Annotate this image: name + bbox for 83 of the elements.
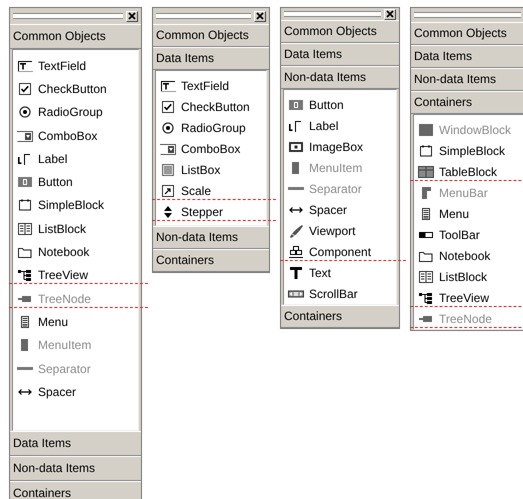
palette-item[interactable]: TreeView: [418, 290, 490, 304]
palette-item[interactable]: Viewport: [288, 224, 356, 238]
text-field-icon: [17, 58, 33, 73]
palette-item[interactable]: Button: [17, 175, 73, 190]
section-header[interactable]: Common Objects: [281, 20, 399, 43]
section-header[interactable]: Non-data Items: [153, 226, 269, 249]
palette-item[interactable]: Notebook: [418, 248, 490, 262]
tree-icon: [418, 290, 434, 304]
text-field-icon: [160, 78, 176, 92]
section-header[interactable]: Data Items: [281, 43, 399, 66]
palette-item[interactable]: Text: [288, 266, 332, 280]
button-icon: [288, 98, 304, 112]
folder-icon: [17, 245, 33, 260]
scale-icon: [160, 184, 176, 198]
palette-item[interactable]: ToolBar: [418, 228, 480, 242]
palette-item[interactable]: Notebook: [17, 245, 90, 260]
list-icon: [418, 270, 434, 284]
palette-item[interactable]: CheckButton: [160, 100, 250, 114]
section-header[interactable]: Common Objects: [411, 22, 523, 45]
grip-handle[interactable]: [156, 13, 251, 19]
close-button[interactable]: [384, 8, 396, 20]
frame-icon: [17, 198, 33, 212]
section-header[interactable]: Containers: [281, 305, 399, 328]
palette-item[interactable]: Spacer: [288, 202, 348, 216]
palette-item[interactable]: TableBlock: [418, 164, 498, 178]
section-header[interactable]: Common Objects: [153, 24, 269, 47]
frame-icon: [418, 144, 434, 158]
palette-item[interactable]: TreeView: [17, 268, 88, 282]
palette-item[interactable]: Component: [288, 244, 372, 258]
grip-handle[interactable]: [284, 11, 381, 17]
blocks-icon: [288, 244, 304, 258]
palette-item[interactable]: TextField: [160, 78, 230, 92]
palette-item[interactable]: Button: [288, 98, 344, 112]
close-icon: [386, 10, 394, 18]
label-icon: [17, 152, 33, 166]
palette-item[interactable]: Spacer: [17, 384, 76, 399]
section-header[interactable]: Non-data Items: [10, 456, 141, 481]
dropdown-icon: [17, 128, 33, 143]
list-icon: [17, 222, 33, 236]
section-header[interactable]: Non-data Items: [411, 68, 523, 91]
palette-item[interactable]: RadioGroup: [160, 120, 246, 134]
palette-item[interactable]: TextField: [17, 58, 86, 73]
dropdown-icon: [160, 142, 176, 156]
palette-item[interactable]: SimpleBlock: [17, 198, 104, 212]
close-icon: [256, 12, 264, 20]
checkbox-icon: [17, 82, 33, 96]
palette-item[interactable]: SimpleBlock: [418, 144, 506, 158]
image-icon: [288, 140, 304, 154]
palette-item[interactable]: ListBlock: [17, 222, 86, 236]
palette-item[interactable]: Stepper: [160, 204, 224, 218]
section-header[interactable]: Data Items: [411, 45, 523, 68]
grip-handle[interactable]: [13, 13, 123, 19]
radio-icon: [160, 120, 176, 134]
palette-item[interactable]: Menu: [418, 206, 470, 220]
close-button[interactable]: [254, 10, 266, 22]
text-icon: [288, 266, 304, 280]
grip-handle[interactable]: [414, 12, 521, 18]
listbox-icon: [160, 162, 176, 176]
palette-item[interactable]: CheckButton: [17, 82, 107, 96]
palette-item[interactable]: RadioGroup: [17, 105, 103, 120]
palette-item[interactable]: ScrollBar: [288, 286, 358, 300]
section-header[interactable]: Containers: [10, 481, 141, 499]
label-icon: [288, 118, 304, 132]
checkbox-icon: [160, 100, 176, 114]
palette-item[interactable]: ImageBox: [288, 140, 364, 154]
section-header[interactable]: Data Items: [10, 431, 141, 456]
palette-item[interactable]: ListBox: [160, 162, 220, 176]
palette-item[interactable]: Menu: [17, 314, 68, 329]
palette-item[interactable]: Scale: [160, 184, 212, 198]
palette-item[interactable]: ListBlock: [418, 270, 488, 284]
palette-item[interactable]: Label: [17, 152, 68, 166]
palette-item[interactable]: ComboBox: [17, 128, 98, 143]
brush-icon: [288, 224, 304, 238]
square-icon: [418, 122, 434, 136]
button-icon: [17, 175, 33, 190]
palette-item[interactable]: Label: [288, 118, 338, 132]
table-icon: [418, 164, 434, 178]
section-header[interactable]: Containers: [153, 249, 269, 272]
palette-item[interactable]: ComboBox: [160, 142, 240, 156]
radio-icon: [17, 105, 33, 120]
close-button[interactable]: [126, 10, 138, 22]
tree-icon: [17, 268, 33, 282]
close-icon: [128, 12, 136, 20]
